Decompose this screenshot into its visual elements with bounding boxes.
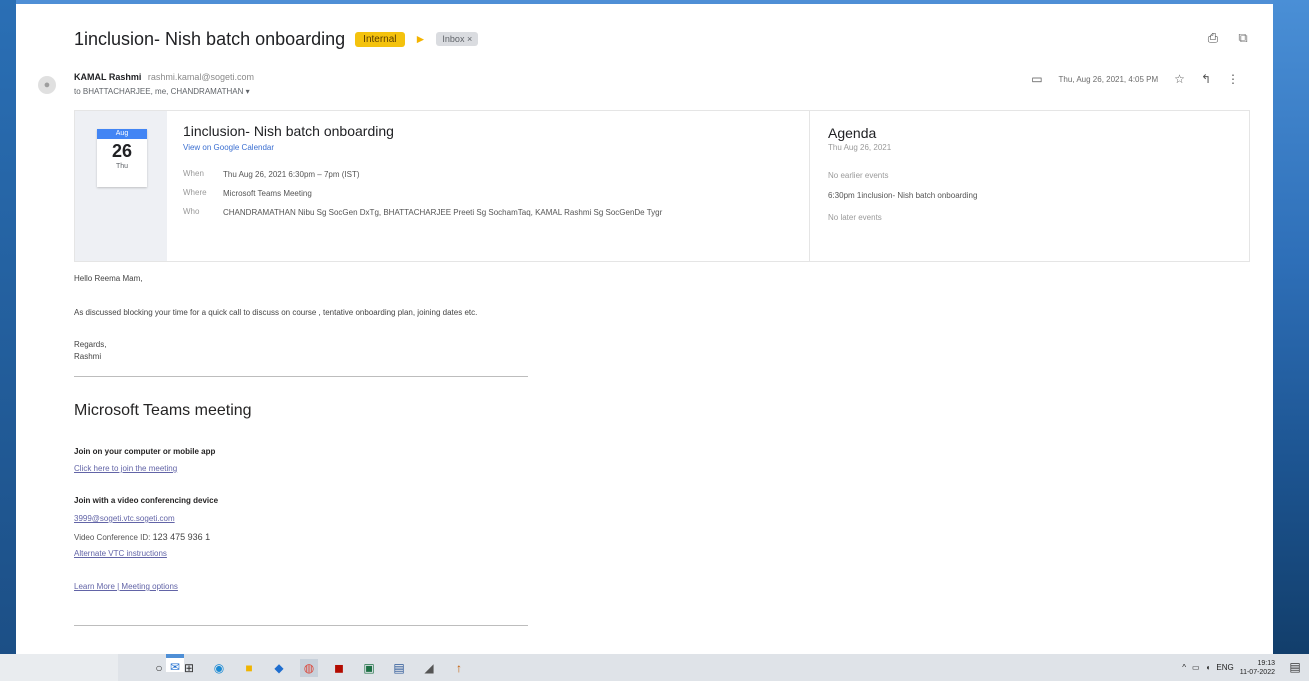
alternate-vtc-link[interactable]: Alternate VTC instructions <box>74 549 167 558</box>
notification-icon[interactable]: ▤ <box>1287 659 1303 675</box>
agenda-panel: Agenda Thu Aug 26, 2021 No earlier event… <box>809 111 1250 261</box>
detail-when: When Thu Aug 26, 2021 6:30pm – 7pm (IST) <box>183 169 360 179</box>
message: As discussed blocking your time for a qu… <box>74 308 478 317</box>
calendar-icon: Aug 26 Thu <box>97 129 147 187</box>
popout-icon[interactable]: ⧉ <box>1236 31 1250 44</box>
system-tray: ^ ▭ ◖ ENG 19:13 11-07-2022 <box>1182 654 1275 681</box>
star-icon[interactable]: ☆ <box>1174 72 1185 86</box>
join-app-heading: Join on your computer or mobile app <box>74 447 216 456</box>
clock[interactable]: 19:13 11-07-2022 <box>1240 659 1275 677</box>
agenda-date: Thu Aug 26, 2021 <box>828 143 892 152</box>
teams-title: Microsoft Teams meeting <box>74 402 252 419</box>
divider <box>74 376 528 377</box>
date-column: Aug 26 Thu <box>75 111 167 261</box>
email-date: Thu, Aug 26, 2021, 4:05 PM <box>1058 74 1159 84</box>
detail-where: Where Microsoft Teams Meeting <box>183 188 312 198</box>
edge-icon[interactable]: ◉ <box>210 659 228 677</box>
language-indicator[interactable]: ENG <box>1216 663 1233 672</box>
chrome-icon[interactable]: ◍ <box>300 658 318 677</box>
sender-email: rashmi.kamal@sogeti.com <box>147 72 255 82</box>
sender-line: KAMAL Rashmi rashmi.kamal@sogeti.com <box>74 72 254 82</box>
avatar: ● <box>38 76 56 94</box>
attachment-icon: ▭ <box>1031 72 1043 86</box>
taskbar-apps: ○ ⊞ ◉ ■ ◆ ✉ ◍ ◼ ▣ ▤ ◢ ↑ <box>150 654 468 681</box>
app-icon[interactable]: ◢ <box>420 659 438 677</box>
calendar-invite-card: Aug 26 Thu 1inclusion- Nish batch onboar… <box>74 110 1250 262</box>
vc-id-line: Video Conference ID: 123 475 936 1 <box>74 532 211 542</box>
cal-month: Aug <box>97 129 147 139</box>
invite-details: Aug 26 Thu 1inclusion- Nish batch onboar… <box>75 111 809 261</box>
volume-icon[interactable]: ◖ <box>1206 663 1211 672</box>
view-calendar-link[interactable]: View on Google Calendar <box>183 143 274 152</box>
recipients[interactable]: to BHATTACHARJEE, me, CHANDRAMATHAN ▾ <box>74 87 250 96</box>
chevron-up-icon[interactable]: ^ <box>1182 663 1186 672</box>
cal-day: 26 <box>111 141 133 161</box>
acrobat-icon[interactable]: ◼ <box>330 659 348 677</box>
print-icon[interactable]: ⎙ <box>1206 31 1220 44</box>
email-meta: ▭ Thu, Aug 26, 2021, 4:05 PM ☆ ↰ ⋮ <box>1031 72 1239 86</box>
taskbar-left <box>0 654 118 681</box>
more-icon[interactable]: ⋮ <box>1227 72 1239 86</box>
word-icon[interactable]: ▤ <box>390 659 408 677</box>
taskbar: ○ ⊞ ◉ ■ ◆ ✉ ◍ ◼ ▣ ▤ ◢ ↑ ^ ▭ ◖ ENG 19:13 … <box>0 654 1309 681</box>
greeting: Hello Reema Mam, <box>74 274 143 283</box>
app-icon[interactable]: ↑ <box>450 659 468 677</box>
file-explorer-icon[interactable]: ■ <box>240 659 258 677</box>
join-meeting-link[interactable]: Click here to join the meeting <box>74 464 177 473</box>
agenda-later: No later events <box>828 213 882 222</box>
detail-who: Who CHANDRAMATHAN Nibu Sg SocGen DxTg, B… <box>183 207 663 217</box>
learn-more-link[interactable]: Learn More | Meeting options <box>74 582 178 591</box>
excel-icon[interactable]: ▣ <box>360 659 378 677</box>
join-device-heading: Join with a video conferencing device <box>74 496 219 505</box>
email-subject: 1inclusion- Nish batch onboarding <box>74 28 346 49</box>
vtc-address-link[interactable]: 3999@sogeti.vtc.sogeti.com <box>74 514 175 523</box>
mail-icon[interactable]: ✉ <box>166 654 184 674</box>
regards: Regards, <box>74 340 107 349</box>
agenda-event[interactable]: 6:30pm 1inclusion- Nish batch onboarding <box>828 191 977 200</box>
label-chip[interactable]: Internal <box>355 31 405 47</box>
inbox-chip[interactable]: Inbox × <box>436 32 479 46</box>
desktop-right-edge <box>1273 0 1309 654</box>
email-window: 1inclusion- Nish batch onboarding Intern… <box>16 0 1273 654</box>
reply-icon[interactable]: ↰ <box>1201 72 1211 86</box>
divider <box>74 625 528 626</box>
event-title: 1inclusion- Nish batch onboarding <box>183 123 394 139</box>
vc-id: 123 475 936 1 <box>152 532 211 542</box>
agenda-earlier: No earlier events <box>828 171 889 180</box>
desktop-left-edge <box>0 0 16 654</box>
agenda-title: Agenda <box>828 125 877 141</box>
network-icon[interactable]: ▭ <box>1192 663 1200 672</box>
important-marker-icon[interactable]: ► <box>415 32 427 46</box>
cal-weekday: Thu <box>115 163 129 170</box>
signature: Rashmi <box>74 352 102 361</box>
sender-name: KAMAL Rashmi <box>74 72 142 82</box>
store-icon[interactable]: ◆ <box>270 659 288 677</box>
subject-row: 1inclusion- Nish batch onboarding Intern… <box>74 24 479 54</box>
